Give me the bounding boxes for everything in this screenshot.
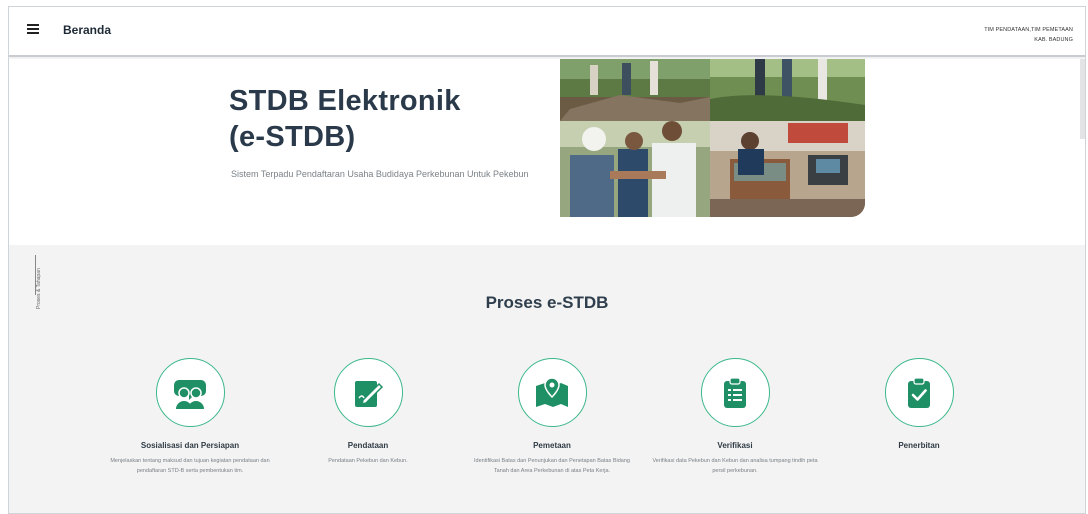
hamburger-menu-icon[interactable]: [27, 24, 39, 34]
hero-section: STDB Elektronik (e-STDB) Sistem Terpadu …: [9, 59, 1085, 245]
top-navbar: Beranda TIM PENDATAAN,TIM PEMETAAN KAB. …: [9, 7, 1085, 57]
step-description: Identifikasi Batas dan Penunjukan dan Pe…: [474, 458, 630, 474]
hero-title-line2: (e-STDB): [229, 121, 356, 153]
process-section: Proses & Tahapan Proses e-STDB Sosialisa…: [9, 245, 1085, 513]
step-label: Penerbitan: [898, 441, 940, 450]
hero-title-line1: STDB Elektronik: [229, 85, 461, 117]
step-description: Verifikasi data Pekebun dan Kebun dan an…: [652, 458, 818, 474]
step-icon-button[interactable]: [517, 358, 587, 427]
people-discussion-icon: [174, 379, 206, 409]
process-title: Proses e-STDB: [485, 293, 609, 312]
step-label: Pemetaan: [533, 441, 571, 450]
step-label: Sosialisasi dan Persiapan: [140, 441, 240, 450]
page-title: Beranda: [63, 23, 112, 37]
clipboard-check-icon: [908, 376, 930, 408]
step-description: Menjelaskan tentang maksud dan tujuan ke…: [110, 458, 270, 474]
user-info[interactable]: TIM PENDATAAN,TIM PEMETAAN KAB. BADUNG: [984, 25, 1073, 45]
hero-photo-collage: [560, 59, 865, 217]
user-region: KAB. BADUNG: [1034, 37, 1073, 43]
step-icon-button[interactable]: [884, 358, 954, 427]
step-pemetaan: Pemetaan Identifikasi Batas dan Penunjuk…: [457, 358, 647, 476]
step-pendataan: Pendataan Pendataan Pekebun dan Kebun.: [273, 358, 463, 466]
map-pin-icon: [536, 376, 568, 407]
step-icon-button[interactable]: [155, 358, 225, 427]
clipboard-list-icon: [724, 376, 746, 408]
edit-document-icon: [355, 380, 384, 407]
step-label: Pendataan: [347, 441, 389, 450]
step-penerbitan: Penerbitan: [824, 358, 1014, 456]
hero-title: STDB Elektronik (e-STDB): [229, 83, 461, 155]
page-scrollbar[interactable]: [1080, 59, 1085, 139]
step-label: Verifikasi: [717, 441, 753, 450]
step-verifikasi: Verifikasi Verifikasi data Pekebun dan K…: [640, 358, 830, 476]
step-sosialisasi: Sosialisasi dan Persiapan Menjelaskan te…: [95, 358, 285, 476]
step-icon-button[interactable]: [700, 358, 770, 427]
user-role: TIM PENDATAAN,TIM PEMETAAN: [984, 27, 1073, 33]
app-frame: Beranda TIM PENDATAAN,TIM PEMETAAN KAB. …: [8, 6, 1086, 514]
step-icon-button[interactable]: [333, 358, 403, 427]
step-description: Pendataan Pekebun dan Kebun.: [328, 458, 408, 464]
hero-description: Sistem Terpadu Pendaftaran Usaha Budiday…: [231, 169, 529, 179]
